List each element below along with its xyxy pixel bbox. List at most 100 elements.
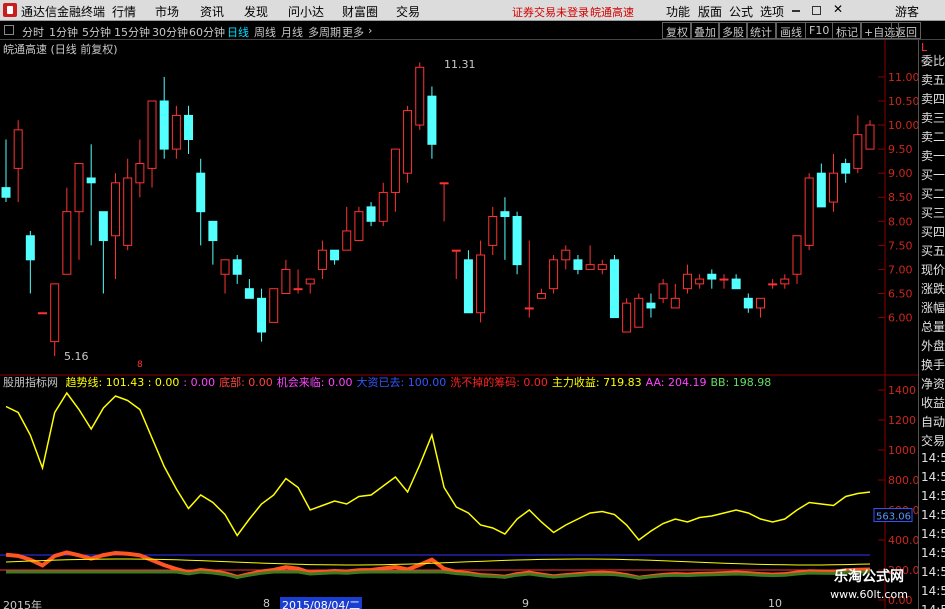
right-panel-item[interactable]: 收益 (921, 394, 945, 411)
low-label: 5.16 (64, 350, 89, 363)
menu-zixun[interactable]: 资讯 (200, 3, 224, 20)
right-panel-item[interactable]: 卖五 (921, 71, 945, 88)
candle (1, 139, 11, 203)
menu-gongshi[interactable]: 公式 (729, 3, 753, 20)
period-multi[interactable]: 多周期 (308, 24, 341, 40)
right-panel-item[interactable]: 卖二 (921, 128, 945, 145)
menu-wenxiaoda[interactable]: 问小达 (288, 3, 324, 20)
period-30min[interactable]: 30分钟 (152, 24, 188, 40)
menu-jiaoyi[interactable]: 交易 (396, 3, 420, 20)
candle (244, 279, 254, 299)
layout-icon[interactable] (4, 25, 14, 35)
watermark-title: 乐淘公式网 (834, 569, 904, 585)
menu-banmian[interactable]: 版面 (698, 3, 722, 20)
candle (293, 269, 303, 294)
candle (123, 158, 133, 251)
right-panel-item[interactable]: 现价 (921, 261, 945, 278)
minimize-icon[interactable] (792, 10, 800, 12)
diejia-button[interactable]: 叠加 (690, 22, 720, 39)
menu-shichang[interactable]: 市场 (155, 3, 179, 20)
login-status[interactable]: 证券交易未登录 (512, 4, 589, 20)
chevron-right-icon[interactable]: › (368, 24, 372, 37)
right-panel-item[interactable]: 总量 (921, 318, 945, 335)
ribbon-green (6, 570, 870, 580)
f10-button[interactable]: F10 (805, 22, 834, 39)
menu-hangqing[interactable]: 行情 (112, 3, 136, 20)
period-monthly[interactable]: 月线 (281, 24, 303, 40)
price-axis: 11.00 10.50 10.00 9.50 9.00 8.50 8.00 7.50 7.00 6… (878, 71, 918, 325)
right-panel-item[interactable]: 卖四 (921, 90, 945, 107)
indicator-tick: 1400 (888, 384, 916, 397)
candle (731, 274, 741, 290)
right-panel-item[interactable]: 14:56 (921, 489, 945, 503)
chevron-down-icon[interactable]: ⌄ (105, 41, 114, 54)
watermark: 乐淘公式网 www.60lt.com (820, 568, 918, 608)
right-panel-item[interactable]: 涨幅 (921, 299, 945, 316)
right-panel-item[interactable]: 14:56 (921, 451, 945, 465)
right-panel-item[interactable]: 委比 (921, 52, 945, 69)
right-panel-item[interactable]: 涨跌 (921, 280, 945, 297)
right-panel-item[interactable]: 买四 (921, 223, 945, 240)
right-panel-item[interactable]: 14:56 (921, 527, 945, 541)
indicator-name: 股朋指标网 (3, 376, 58, 389)
candle (147, 100, 157, 188)
candle (573, 255, 583, 275)
period-weekly[interactable]: 周线 (254, 24, 276, 40)
period-daily[interactable]: 日线 (227, 24, 249, 40)
right-panel-item[interactable]: 交易 (921, 432, 945, 449)
right-panel-item[interactable]: 换手 (921, 356, 945, 373)
period-fenshi[interactable]: 分时 (22, 24, 44, 40)
right-panel-item[interactable]: 14:56 (921, 603, 945, 609)
right-panel-item[interactable]: 买二 (921, 185, 945, 202)
menu-xuanxiang[interactable]: 选项 (760, 3, 784, 20)
period-5min[interactable]: 5分钟 (82, 24, 111, 40)
right-panel-item[interactable]: 卖三 (921, 109, 945, 126)
right-panel-item[interactable]: 买三 (921, 204, 945, 221)
right-panel-item[interactable]: 卖一 (921, 147, 945, 164)
right-panel-item[interactable]: 自动 (921, 413, 945, 430)
candle (135, 139, 145, 198)
candle (609, 255, 619, 319)
right-panel-item[interactable]: 净资 (921, 375, 945, 392)
trend-line (5, 391, 871, 542)
right-panel-item[interactable]: 买一 (921, 166, 945, 183)
app-title: 通达信金融终端 (21, 5, 106, 19)
candle (403, 105, 413, 183)
candle (768, 279, 778, 289)
duogu-button[interactable]: 多股 (718, 22, 748, 39)
candle (317, 240, 327, 280)
period-60min[interactable]: 60分钟 (189, 24, 225, 40)
guest-label[interactable]: 游客 (895, 3, 919, 20)
maximize-icon[interactable] (812, 6, 821, 15)
chart-area[interactable]: 11.00 10.50 10.00 9.50 9.00 8.50 8.00 7.50 7.00 6… (0, 40, 918, 609)
period-1min[interactable]: 1分钟 (49, 24, 78, 40)
right-panel-item[interactable]: 14:56 (921, 546, 945, 560)
right-panel-item[interactable]: 14:56 (921, 584, 945, 598)
close-icon[interactable]: ✕ (833, 2, 843, 16)
watermark-url: www.60lt.com (830, 588, 908, 601)
right-panel-item[interactable]: 14:56 (921, 508, 945, 522)
right-panel-item[interactable]: 14:56 (921, 565, 945, 579)
candle (500, 197, 510, 260)
biaoji-button[interactable]: 标记 (832, 22, 862, 39)
candle (269, 288, 279, 323)
back-button[interactable]: 返回 (891, 22, 921, 39)
period-15min[interactable]: 15分钟 (114, 24, 150, 40)
right-panel-item[interactable]: 外盘 (921, 337, 945, 354)
candle (658, 279, 668, 304)
menu-gongneng[interactable]: 功能 (666, 3, 690, 20)
right-panel: L 委比 卖五 卖四 卖三 卖二 卖一 买一 买二 买三 买四 买五 现价 涨跌 涨幅 总量 外盘 换手 净资 收益… (918, 40, 945, 609)
menu-faxian[interactable]: 发现 (244, 3, 268, 20)
candle (439, 182, 449, 222)
huaxian-button[interactable]: 画线 (776, 22, 806, 39)
candle (171, 105, 181, 159)
tongji-button[interactable]: 统计 (746, 22, 776, 39)
menu-caifuquan[interactable]: 财富圈 (342, 3, 378, 20)
right-panel-item[interactable]: 买五 (921, 242, 945, 259)
fuquan-button[interactable]: 复权 (662, 22, 692, 39)
candle (476, 240, 486, 323)
period-more[interactable]: 更多 (342, 24, 364, 40)
candle (281, 259, 291, 295)
right-panel-item[interactable]: 14:56 (921, 470, 945, 484)
candle (390, 148, 400, 212)
